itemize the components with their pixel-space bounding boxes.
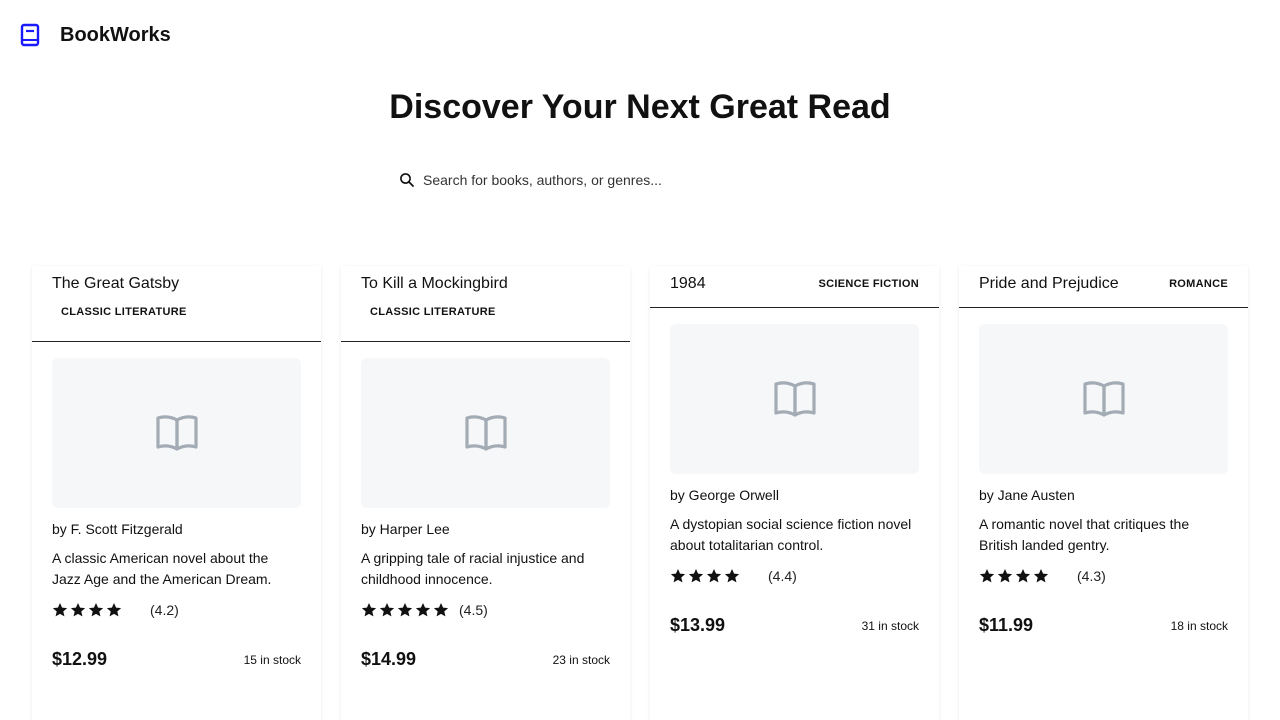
open-book-icon [155, 415, 198, 451]
stock-count: 18 in stock [1170, 618, 1228, 633]
book-description: A dystopian social science fiction novel… [670, 516, 912, 553]
search-input[interactable] [423, 172, 863, 188]
book-card-1984[interactable]: 1984 SCIENCE FICTION by George Orwell A … [650, 266, 939, 720]
star-icon [415, 603, 431, 617]
rating-value: (4.5) [459, 602, 488, 618]
book-description: A romantic novel that critiques the Brit… [979, 516, 1190, 553]
star-icon [979, 569, 995, 583]
star-icon [397, 603, 413, 617]
star-icon [670, 569, 686, 583]
stars [52, 602, 150, 618]
book-author: by George Orwell [670, 487, 779, 503]
stars [361, 602, 459, 618]
book-title[interactable]: Pride and Prejudice [979, 266, 1119, 293]
book-card-pride-prejudice[interactable]: Pride and Prejudice ROMANCE by Jane Aust… [959, 266, 1248, 720]
star-icon [997, 569, 1013, 583]
open-book-icon [464, 415, 507, 451]
brand-name[interactable]: BookWorks [60, 24, 171, 47]
rating-value: (4.4) [768, 568, 797, 584]
book-price: $12.99 [52, 649, 108, 669]
star-icon [70, 603, 86, 617]
star-icon [88, 603, 104, 617]
stock-count: 15 in stock [243, 652, 301, 667]
book-price: $14.99 [361, 649, 417, 669]
genre-badge: SCIENCE FICTION [818, 278, 919, 290]
header: BookWorks [20, 22, 171, 48]
book-author: by Harper Lee [361, 521, 450, 537]
book-author: by F. Scott Fitzgerald [52, 521, 183, 537]
star-icon [52, 603, 68, 617]
star-icon [361, 603, 377, 617]
stock-count: 31 in stock [861, 618, 919, 633]
star-icon [379, 603, 395, 617]
book-card-mockingbird[interactable]: To Kill a Mockingbird CLASSIC LITERATURE… [341, 266, 630, 720]
star-icon [688, 569, 704, 583]
rating: (4.4) [670, 566, 919, 586]
book-cover[interactable] [52, 358, 301, 508]
book-card-great-gatsby[interactable]: The Great Gatsby CLASSIC LITERATURE by F… [32, 266, 321, 720]
rating-value: (4.2) [150, 602, 179, 618]
stars [979, 568, 1077, 584]
card-header: 1984 SCIENCE FICTION [650, 266, 939, 308]
book-cover[interactable] [361, 358, 610, 508]
star-icon [433, 603, 449, 617]
book-title[interactable]: 1984 [670, 266, 706, 293]
rating-value: (4.3) [1077, 568, 1106, 584]
book-author: by Jane Austen [979, 487, 1075, 503]
star-icon [1033, 569, 1049, 583]
card-header: Pride and Prejudice ROMANCE [959, 266, 1248, 308]
rating: (4.5) [361, 600, 610, 620]
stars [670, 568, 768, 584]
book-description: A gripping tale of racial injustice and … [361, 550, 585, 587]
open-book-icon [773, 381, 816, 417]
genre-badge: ROMANCE [1169, 278, 1228, 290]
book-description: A classic American novel about the Jazz … [52, 550, 272, 587]
card-header: To Kill a Mockingbird CLASSIC LITERATURE [341, 266, 630, 342]
book-logo-icon[interactable] [20, 23, 40, 47]
book-price: $11.99 [979, 615, 1034, 635]
stock-count: 23 in stock [552, 652, 610, 667]
book-title[interactable]: To Kill a Mockingbird [361, 266, 610, 293]
star-icon [106, 603, 122, 617]
page-title: Discover Your Next Great Read [389, 88, 891, 126]
genre-badge: CLASSIC LITERATURE [370, 306, 496, 318]
book-cover[interactable] [670, 324, 919, 474]
star-icon [1015, 569, 1031, 583]
card-header: The Great Gatsby CLASSIC LITERATURE [32, 266, 321, 342]
genre-badge: CLASSIC LITERATURE [61, 306, 187, 318]
book-price: $13.99 [670, 615, 726, 635]
book-title[interactable]: The Great Gatsby [52, 266, 301, 293]
rating: (4.3) [979, 566, 1228, 586]
search-bar[interactable] [390, 168, 890, 192]
star-icon [724, 569, 740, 583]
star-icon [706, 569, 722, 583]
rating: (4.2) [52, 600, 301, 620]
book-cover[interactable] [979, 324, 1228, 474]
search-icon [400, 173, 414, 187]
open-book-icon [1082, 381, 1125, 417]
